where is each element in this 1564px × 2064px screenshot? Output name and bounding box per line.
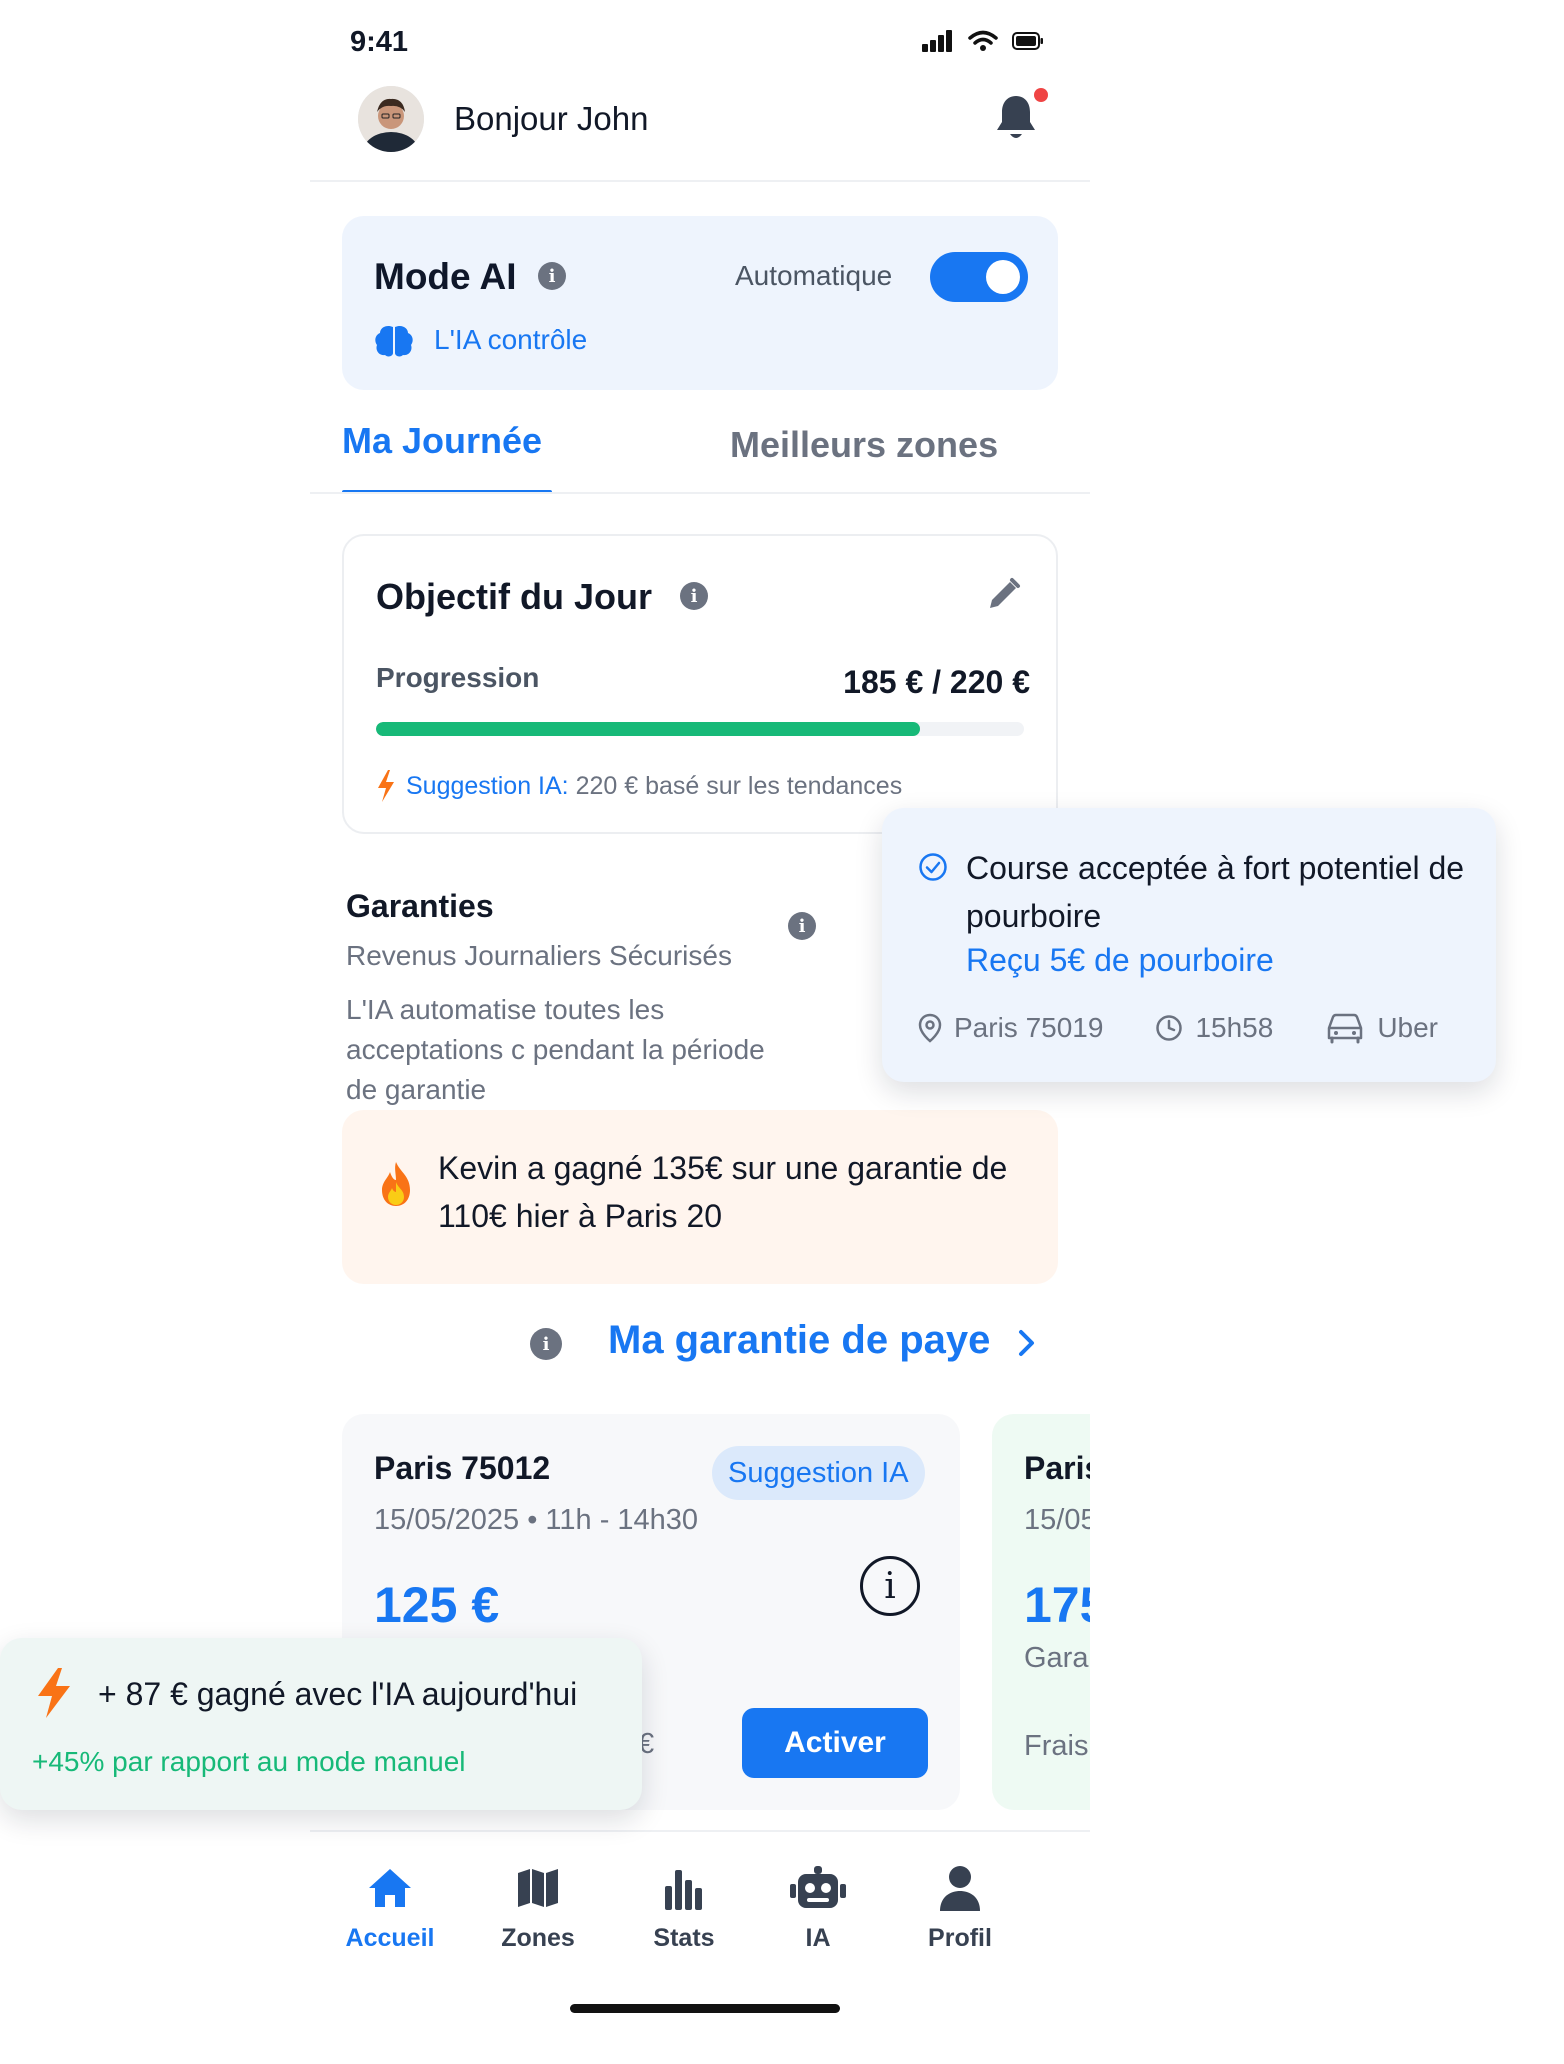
tabs-divider	[310, 492, 1090, 494]
progress-fill	[376, 722, 921, 736]
user-icon	[940, 1866, 980, 1911]
social-proof-text: Kevin a gagné 135€ sur une garantie de 1…	[438, 1150, 1008, 1234]
progress-value: 185 € / 220 €	[843, 664, 1030, 700]
nav-ia-label: IA	[805, 1924, 831, 1952]
nav-profil[interactable]: Profil	[890, 1860, 1030, 1953]
home-icon	[369, 1869, 411, 1907]
ride-accepted-title: Course acceptée à fort potentiel de pour…	[966, 850, 1465, 934]
mode-ai-title: Mode AI	[374, 256, 517, 297]
ride-meta: Paris 75019 15h58 Uber	[918, 1012, 1438, 1044]
status-time: 9:41	[350, 26, 409, 58]
nav-accueil[interactable]: Accueil	[320, 1860, 460, 1953]
guarantee-2-line: Garan	[1024, 1642, 1090, 1674]
ma-garantie-link[interactable]: Ma garantie de paye	[608, 1318, 990, 1363]
home-indicator	[570, 2004, 840, 2013]
nav-stats-label: Stats	[653, 1924, 715, 1952]
fire-icon	[382, 1162, 410, 1206]
map-icon	[518, 1869, 558, 1907]
objective-title: Objectif du Jour	[376, 576, 653, 617]
ai-earnings-comparison: +45% par rapport au mode manuel	[32, 1746, 466, 1777]
suggestion-label: Suggestion IA:	[406, 771, 569, 800]
guarantee-city: Paris 75012	[374, 1450, 551, 1486]
garanties-info-icon[interactable]: i	[788, 912, 816, 940]
bottom-nav: Accueil Zones Stats IA Profil	[310, 1860, 1090, 1970]
mode-label: Automatique	[735, 260, 893, 291]
nav-divider	[310, 1830, 1090, 1832]
car-icon	[1328, 1013, 1363, 1044]
ride-location: Paris 75019	[954, 1012, 1104, 1043]
guarantee-info-icon[interactable]: i	[860, 1556, 920, 1616]
nav-ia[interactable]: IA	[748, 1860, 888, 1953]
nav-zones[interactable]: Zones	[468, 1860, 608, 1953]
notification-dot	[1034, 88, 1048, 102]
nav-profil-label: Profil	[928, 1924, 992, 1952]
bolt-icon	[38, 1668, 70, 1718]
edit-pencil-icon[interactable]	[986, 576, 1022, 612]
mode-ai-card	[342, 216, 1058, 390]
auto-mode-toggle[interactable]	[930, 252, 1028, 302]
bar-chart-icon	[665, 1870, 702, 1910]
nav-zones-label: Zones	[501, 1924, 575, 1952]
garanties-title: Garanties	[346, 888, 494, 924]
garanties-description: L'IA automatise toutes les acceptations …	[346, 994, 765, 1105]
tab-meilleurs-zones[interactable]: Meilleurs zones	[730, 424, 998, 466]
bell-icon[interactable]	[994, 92, 1038, 144]
bolt-icon	[378, 770, 394, 802]
signal-icon	[922, 30, 952, 52]
chevron-right-icon[interactable]	[1016, 1328, 1038, 1358]
location-pin-icon	[918, 1013, 942, 1043]
battery-icon	[1012, 32, 1043, 50]
ai-earnings-title: + 87 € gagné avec l'IA aujourd'hui	[98, 1676, 578, 1712]
progress-label: Progression	[376, 662, 540, 693]
suggestion-text: 220 € basé sur les tendances	[575, 771, 903, 800]
robot-icon	[790, 1866, 846, 1908]
garanties-subtitle: Revenus Journaliers Sécurisés	[346, 940, 732, 971]
mode-ai-info-icon[interactable]: i	[538, 262, 566, 290]
header-divider	[310, 180, 1090, 182]
nav-accueil-label: Accueil	[345, 1924, 435, 1952]
garantie-info-icon[interactable]: i	[530, 1328, 562, 1360]
ride-app: Uber	[1377, 1012, 1439, 1043]
greeting: Bonjour John	[454, 100, 649, 137]
suggestion-badge: Suggestion IA	[712, 1446, 925, 1500]
ride-time: 15h58	[1195, 1012, 1274, 1043]
guarantee-2-price: 175	[1024, 1577, 1090, 1633]
guarantee-price: 125 €	[374, 1577, 500, 1633]
check-circle-icon	[919, 853, 947, 881]
wifi-icon	[968, 30, 998, 51]
guarantee-date: 15/05/2025 • 11h - 14h30	[374, 1504, 699, 1536]
clock-icon	[1156, 1015, 1183, 1041]
guarantee-2-city: Paris	[1024, 1450, 1090, 1486]
progress-bar	[376, 722, 1024, 736]
status-icons	[922, 30, 1044, 52]
objective-info-icon[interactable]: i	[680, 582, 708, 610]
nav-stats[interactable]: Stats	[614, 1860, 754, 1953]
ai-earnings-toast[interactable]	[0, 1638, 642, 1810]
brain-icon	[375, 325, 413, 357]
mode-ai-status: L'IA contrôle	[434, 324, 588, 355]
activate-button[interactable]: Activer	[742, 1708, 928, 1778]
tab-ma-journee[interactable]: Ma Journée	[342, 420, 542, 462]
ai-suggestion: Suggestion IA: 220 € basé sur les tendan…	[376, 770, 902, 802]
guarantee-2-fees: Frais	[1024, 1730, 1089, 1762]
guarantee-2-date: 15/05	[1024, 1504, 1090, 1536]
tip-received-link[interactable]: Reçu 5€ de pourboire	[966, 942, 1274, 979]
avatar[interactable]	[358, 86, 424, 152]
